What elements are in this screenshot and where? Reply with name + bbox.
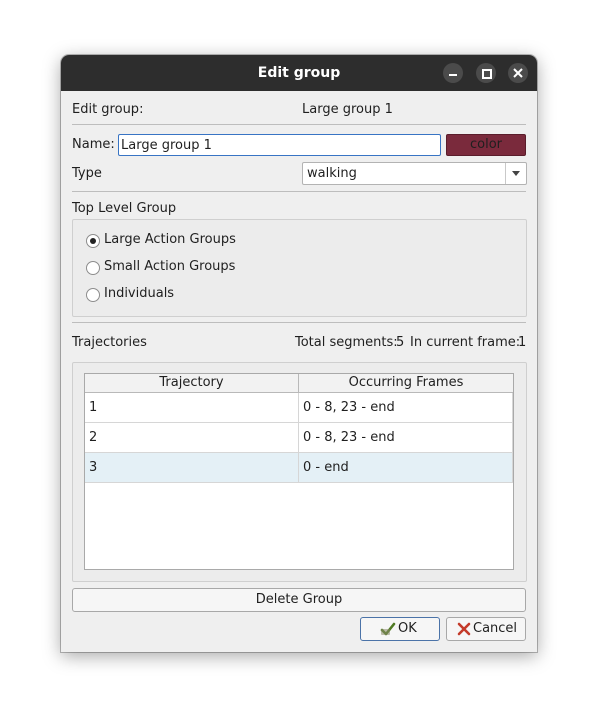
table-row-selected[interactable]: 3 0 - end (85, 453, 513, 483)
ok-button[interactable]: OK (360, 617, 440, 641)
radio-label-small-action-groups[interactable]: Small Action Groups (104, 259, 235, 274)
cell-occurring-frames: 0 - 8, 23 - end (303, 400, 395, 415)
separator (72, 322, 526, 323)
top-level-group-title: Top Level Group (72, 201, 177, 216)
cell-occurring-frames: 0 - end (303, 460, 349, 475)
separator (72, 124, 526, 125)
radio-large-action-groups[interactable] (86, 234, 100, 248)
column-header-trajectory[interactable]: Trajectory (85, 374, 299, 393)
name-input[interactable] (118, 134, 441, 156)
cancel-icon (457, 622, 471, 636)
close-icon (513, 68, 523, 78)
type-combobox[interactable]: walking (302, 162, 527, 185)
table-right-border (512, 393, 513, 483)
color-button[interactable]: color (446, 134, 526, 156)
top-level-group-box: Large Action Groups Small Action Groups … (72, 219, 527, 317)
edit-group-label: Edit group: (72, 102, 144, 117)
window-title: Edit group (257, 65, 341, 81)
radio-label-large-action-groups[interactable]: Large Action Groups (104, 232, 236, 247)
total-segments-label: Total segments: (295, 335, 398, 350)
type-dropdown-button[interactable] (505, 163, 526, 184)
cancel-label: Cancel (473, 621, 518, 636)
ok-label: OK (398, 621, 417, 636)
cell-occurring-frames: 0 - 8, 23 - end (303, 430, 395, 445)
trajectories-title: Trajectories (72, 335, 147, 350)
chevron-down-icon (512, 171, 520, 176)
cancel-button[interactable]: Cancel (446, 617, 526, 641)
ok-icon (380, 622, 396, 636)
table-row[interactable]: 2 0 - 8, 23 - end (85, 423, 513, 453)
type-selected-value: walking (307, 166, 357, 181)
delete-group-button[interactable]: Delete Group (72, 588, 526, 612)
radio-label-individuals[interactable]: Individuals (104, 286, 174, 301)
title-bar[interactable]: Edit group (61, 55, 537, 91)
column-header-occurring-frames[interactable]: Occurring Frames (299, 374, 513, 393)
maximize-icon (482, 69, 492, 79)
radio-individuals[interactable] (86, 288, 100, 302)
current-frame-label: In current frame: (410, 335, 521, 350)
close-button[interactable] (508, 63, 528, 83)
radio-small-action-groups[interactable] (86, 261, 100, 275)
type-label: Type (72, 166, 102, 181)
current-frame-value: 1 (518, 335, 527, 350)
separator (72, 191, 526, 192)
minimize-icon (449, 74, 457, 76)
cell-trajectory: 2 (89, 430, 98, 445)
edit-group-dialog: Edit group Edit group: Large group 1 Nam… (61, 55, 537, 652)
maximize-button[interactable] (476, 63, 496, 83)
cell-trajectory: 1 (89, 400, 98, 415)
total-segments-value: 5 (396, 335, 405, 350)
edit-group-value: Large group 1 (302, 102, 393, 117)
cell-trajectory: 3 (89, 460, 98, 475)
table-row[interactable]: 1 0 - 8, 23 - end (85, 393, 513, 423)
minimize-button[interactable] (443, 63, 463, 83)
column-divider (298, 393, 299, 483)
radio-checked-dot (90, 238, 96, 244)
trajectory-table[interactable]: Trajectory Occurring Frames 1 0 - 8, 23 … (84, 373, 514, 570)
name-label: Name: (72, 137, 115, 152)
